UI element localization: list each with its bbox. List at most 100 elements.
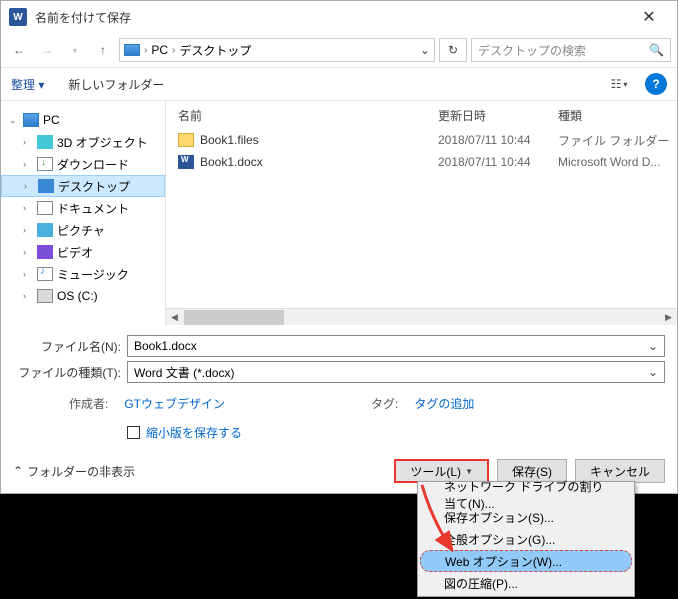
chevron-right-icon: › bbox=[172, 45, 175, 56]
filename-label: ファイル名(N): bbox=[13, 338, 121, 355]
expand-icon[interactable]: › bbox=[23, 269, 33, 279]
sidebar-item-documents[interactable]: › ドキュメント bbox=[1, 197, 165, 219]
sidebar-label: ミュージック bbox=[57, 266, 129, 283]
sidebar-item-pictures[interactable]: › ピクチャ bbox=[1, 219, 165, 241]
tools-dropdown-menu: ネットワーク ドライブの割り当て(N)... 保存オプション(S)... 全般オ… bbox=[417, 481, 635, 597]
chevron-down-icon: ▾ bbox=[623, 80, 627, 89]
sidebar-item-videos[interactable]: › ビデオ bbox=[1, 241, 165, 263]
back-button[interactable]: ← bbox=[7, 38, 31, 62]
scroll-right-icon[interactable]: ▶ bbox=[660, 312, 677, 323]
save-as-dialog: W 名前を付けて保存 ✕ ← → ▾ ↑ › PC › デスクトップ ⌄ ↻ デ… bbox=[0, 0, 678, 494]
breadcrumb[interactable]: › PC › デスクトップ ⌄ bbox=[119, 38, 435, 62]
word-doc-icon bbox=[178, 155, 194, 169]
recent-dropdown[interactable]: ▾ bbox=[63, 38, 87, 62]
tools-label: ツール(L) bbox=[410, 463, 461, 480]
music-icon bbox=[37, 267, 53, 281]
expand-icon[interactable]: › bbox=[23, 247, 33, 257]
search-placeholder: デスクトップの検索 bbox=[478, 42, 586, 59]
file-type: ファイル フォルダー bbox=[558, 132, 677, 149]
chevron-down-icon[interactable]: ⌄ bbox=[648, 365, 658, 379]
thumbnail-checkbox-row[interactable]: 縮小版を保存する bbox=[1, 418, 677, 451]
fields: ファイル名(N): Book1.docx ⌄ ファイルの種類(T): Word … bbox=[1, 325, 677, 389]
scroll-left-icon[interactable]: ◀ bbox=[166, 312, 183, 323]
filename-input[interactable]: Book1.docx ⌄ bbox=[127, 335, 665, 357]
view-options-button[interactable]: ☷ ▾ bbox=[599, 73, 639, 95]
navbar: ← → ▾ ↑ › PC › デスクトップ ⌄ ↻ デスクトップの検索 🔍 bbox=[1, 33, 677, 67]
expand-icon[interactable]: › bbox=[23, 203, 33, 213]
dialog-body: ⌄ PC › 3D オブジェクト › ダウンロード › デスクトップ › bbox=[1, 101, 677, 325]
hide-folders-label: フォルダーの非表示 bbox=[27, 463, 135, 480]
filename-value: Book1.docx bbox=[134, 339, 197, 353]
expand-icon[interactable]: › bbox=[23, 159, 33, 169]
collapse-icon[interactable]: ⌄ bbox=[9, 115, 19, 126]
file-date: 2018/07/11 10:44 bbox=[438, 155, 558, 169]
tag-value[interactable]: タグの追加 bbox=[414, 395, 474, 412]
menu-item-network-drive[interactable]: ネットワーク ドライブの割り当て(N)... bbox=[420, 484, 632, 506]
word-app-icon: W bbox=[9, 8, 27, 26]
search-input[interactable]: デスクトップの検索 🔍 bbox=[471, 38, 671, 62]
scroll-thumb[interactable] bbox=[184, 310, 284, 325]
forward-button[interactable]: → bbox=[35, 38, 59, 62]
sidebar-label: ビデオ bbox=[57, 244, 93, 261]
filetype-value: Word 文書 (*.docx) bbox=[134, 364, 234, 381]
cancel-label: キャンセル bbox=[590, 463, 650, 480]
column-type[interactable]: 種類 bbox=[558, 107, 677, 124]
expand-icon[interactable]: › bbox=[23, 225, 33, 235]
column-date[interactable]: 更新日時 bbox=[438, 107, 558, 124]
filetype-select[interactable]: Word 文書 (*.docx) ⌄ bbox=[127, 361, 665, 383]
sidebar-label: ダウンロード bbox=[57, 156, 129, 173]
sidebar-item-music[interactable]: › ミュージック bbox=[1, 263, 165, 285]
organize-button[interactable]: 整理 ▾ bbox=[11, 76, 44, 93]
breadcrumb-dropdown[interactable]: ⌄ bbox=[420, 43, 430, 57]
chevron-up-icon: ⌃ bbox=[13, 464, 23, 478]
desktop-icon bbox=[38, 179, 54, 193]
refresh-button[interactable]: ↻ bbox=[439, 38, 467, 62]
breadcrumb-desktop[interactable]: デスクトップ bbox=[179, 42, 251, 59]
sidebar: ⌄ PC › 3D オブジェクト › ダウンロード › デスクトップ › bbox=[1, 101, 166, 325]
sidebar-label: ピクチャ bbox=[57, 222, 105, 239]
sidebar-item-downloads[interactable]: › ダウンロード bbox=[1, 153, 165, 175]
menu-item-compress-pictures[interactable]: 図の圧縮(P)... bbox=[420, 572, 632, 594]
sidebar-label: OS (C:) bbox=[57, 289, 98, 303]
sidebar-item-3d[interactable]: › 3D オブジェクト bbox=[1, 131, 165, 153]
pictures-icon bbox=[37, 223, 53, 237]
menu-item-general-options[interactable]: 全般オプション(G)... bbox=[420, 528, 632, 550]
expand-icon[interactable]: › bbox=[24, 181, 34, 191]
file-row[interactable]: Book1.files 2018/07/11 10:44 ファイル フォルダー bbox=[178, 129, 677, 151]
sidebar-label: PC bbox=[43, 113, 60, 127]
breadcrumb-pc[interactable]: PC bbox=[151, 43, 168, 57]
chevron-down-icon: ▼ bbox=[465, 467, 473, 476]
author-value[interactable]: GTウェブデザイン bbox=[124, 395, 225, 412]
3d-icon bbox=[37, 135, 53, 149]
tag-label: タグ: bbox=[371, 395, 398, 412]
videos-icon bbox=[37, 245, 53, 259]
up-button[interactable]: ↑ bbox=[91, 38, 115, 62]
hide-folders-toggle[interactable]: ⌃ フォルダーの非表示 bbox=[13, 463, 135, 480]
download-icon bbox=[37, 157, 53, 171]
pc-icon bbox=[124, 44, 140, 56]
close-button[interactable]: ✕ bbox=[629, 7, 669, 27]
horizontal-scrollbar[interactable]: ◀ ▶ bbox=[166, 308, 677, 325]
file-type: Microsoft Word D... bbox=[558, 155, 677, 169]
sidebar-item-os-drive[interactable]: › OS (C:) bbox=[1, 285, 165, 307]
expand-icon[interactable]: › bbox=[23, 137, 33, 147]
file-row[interactable]: Book1.docx 2018/07/11 10:44 Microsoft Wo… bbox=[178, 151, 677, 173]
expand-icon[interactable]: › bbox=[23, 291, 33, 301]
view-icon: ☷ bbox=[611, 77, 622, 91]
sidebar-item-desktop[interactable]: › デスクトップ bbox=[1, 175, 165, 197]
menu-item-web-options[interactable]: Web オプション(W)... bbox=[420, 550, 632, 572]
column-name[interactable]: 名前 bbox=[178, 107, 438, 124]
file-date: 2018/07/11 10:44 bbox=[438, 133, 558, 147]
chevron-down-icon[interactable]: ⌄ bbox=[648, 339, 658, 353]
titlebar: W 名前を付けて保存 ✕ bbox=[1, 1, 677, 33]
help-button[interactable]: ? bbox=[645, 73, 667, 95]
sidebar-pc[interactable]: ⌄ PC bbox=[1, 109, 165, 131]
new-folder-button[interactable]: 新しいフォルダー bbox=[68, 76, 164, 93]
sidebar-label: 3D オブジェクト bbox=[57, 134, 148, 151]
sidebar-label: ドキュメント bbox=[57, 200, 129, 217]
file-area: 名前 更新日時 種類 Book1.files 2018/07/11 10:44 … bbox=[166, 101, 677, 325]
file-name: Book1.docx bbox=[200, 155, 263, 169]
thumbnail-checkbox[interactable] bbox=[127, 426, 140, 439]
chevron-right-icon: › bbox=[144, 45, 147, 56]
column-headers: 名前 更新日時 種類 bbox=[166, 101, 677, 129]
